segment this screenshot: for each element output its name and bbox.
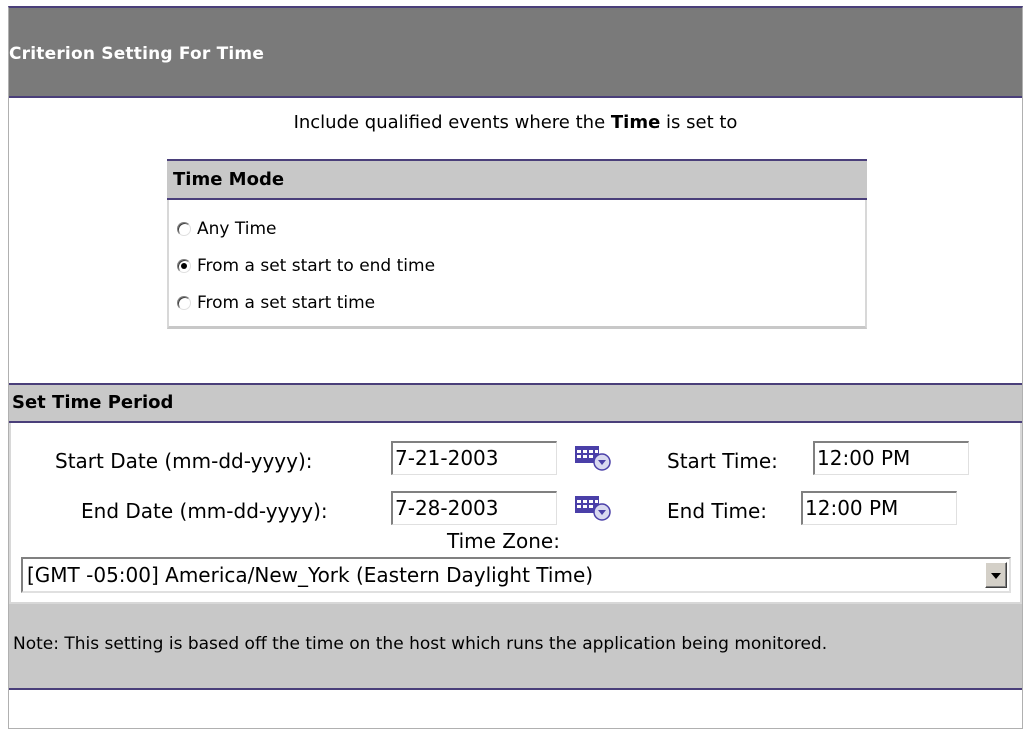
radio-icon[interactable]	[177, 295, 191, 310]
radio-icon[interactable]	[177, 258, 191, 273]
time-mode-group: Time Mode Any Time From a set start to e…	[167, 159, 867, 331]
start-date-input[interactable]: 7-21-2003	[391, 441, 557, 475]
radio-label: Any Time	[197, 218, 277, 239]
time-zone-label: Time Zone:	[447, 529, 560, 553]
calendar-icon[interactable]	[574, 495, 614, 521]
dropdown-arrow-icon[interactable]	[985, 562, 1007, 588]
time-mode-header: Time Mode	[167, 161, 867, 200]
end-date-label: End Date (mm-dd-yyyy):	[81, 499, 328, 523]
calendar-icon[interactable]	[574, 445, 614, 471]
radio-label: From a set start time	[197, 292, 376, 313]
time-zone-select[interactable]: [GMT -05:00] America/New_York (Eastern D…	[21, 557, 1011, 593]
time-mode-options: Any Time From a set start to end time Fr…	[167, 200, 867, 329]
time-zone-value: [GMT -05:00] America/New_York (Eastern D…	[27, 563, 594, 587]
end-date-input[interactable]: 7-28-2003	[391, 491, 557, 525]
radio-start-to-end-time[interactable]: From a set start to end time	[169, 247, 865, 284]
time-period-group: Set Time Period Start Date (mm-dd-yyyy):…	[9, 383, 1022, 690]
criterion-panel: Criterion Setting For Time Include quali…	[8, 6, 1023, 729]
radio-label: From a set start to end time	[197, 255, 436, 276]
radio-icon[interactable]	[177, 221, 191, 236]
start-time-input[interactable]: 12:00 PM	[813, 441, 969, 475]
end-time-label: End Time:	[667, 499, 768, 523]
radio-any-time[interactable]: Any Time	[169, 210, 865, 247]
intro-emphasis: Time	[610, 112, 661, 133]
time-period-body: Start Date (mm-dd-yyyy): 7-21-2003 Start…	[9, 423, 1022, 604]
note-text: Note: This setting is based off the time…	[9, 604, 1022, 690]
intro-text: Include qualified events where the Time …	[9, 112, 1022, 133]
time-period-header: Set Time Period	[9, 385, 1022, 423]
intro-prefix: Include qualified events where the	[293, 112, 611, 133]
intro-suffix: is set to	[660, 112, 738, 133]
end-time-input[interactable]: 12:00 PM	[801, 491, 957, 525]
title-bar: Criterion Setting For Time	[9, 8, 1022, 98]
radio-start-time[interactable]: From a set start time	[169, 284, 865, 321]
start-time-label: Start Time:	[667, 449, 778, 473]
start-date-label: Start Date (mm-dd-yyyy):	[55, 449, 313, 473]
page-title: Criterion Setting For Time	[9, 44, 265, 64]
